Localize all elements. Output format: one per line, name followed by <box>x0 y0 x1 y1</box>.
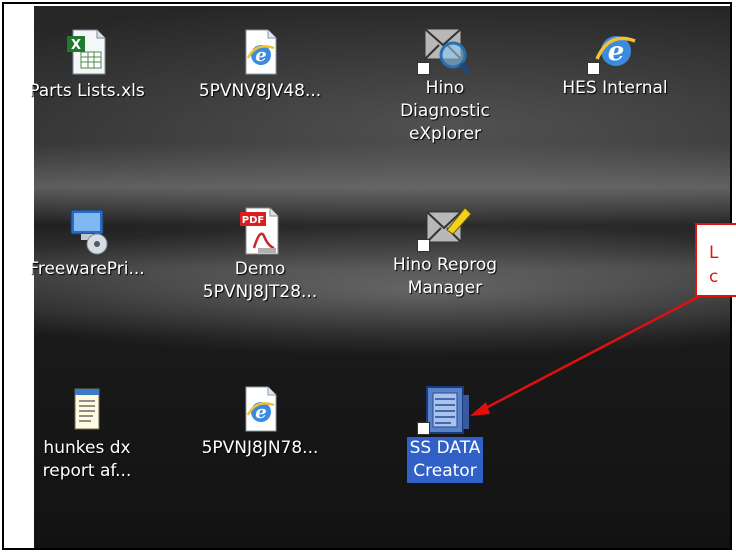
annotation-arrow <box>470 294 701 416</box>
